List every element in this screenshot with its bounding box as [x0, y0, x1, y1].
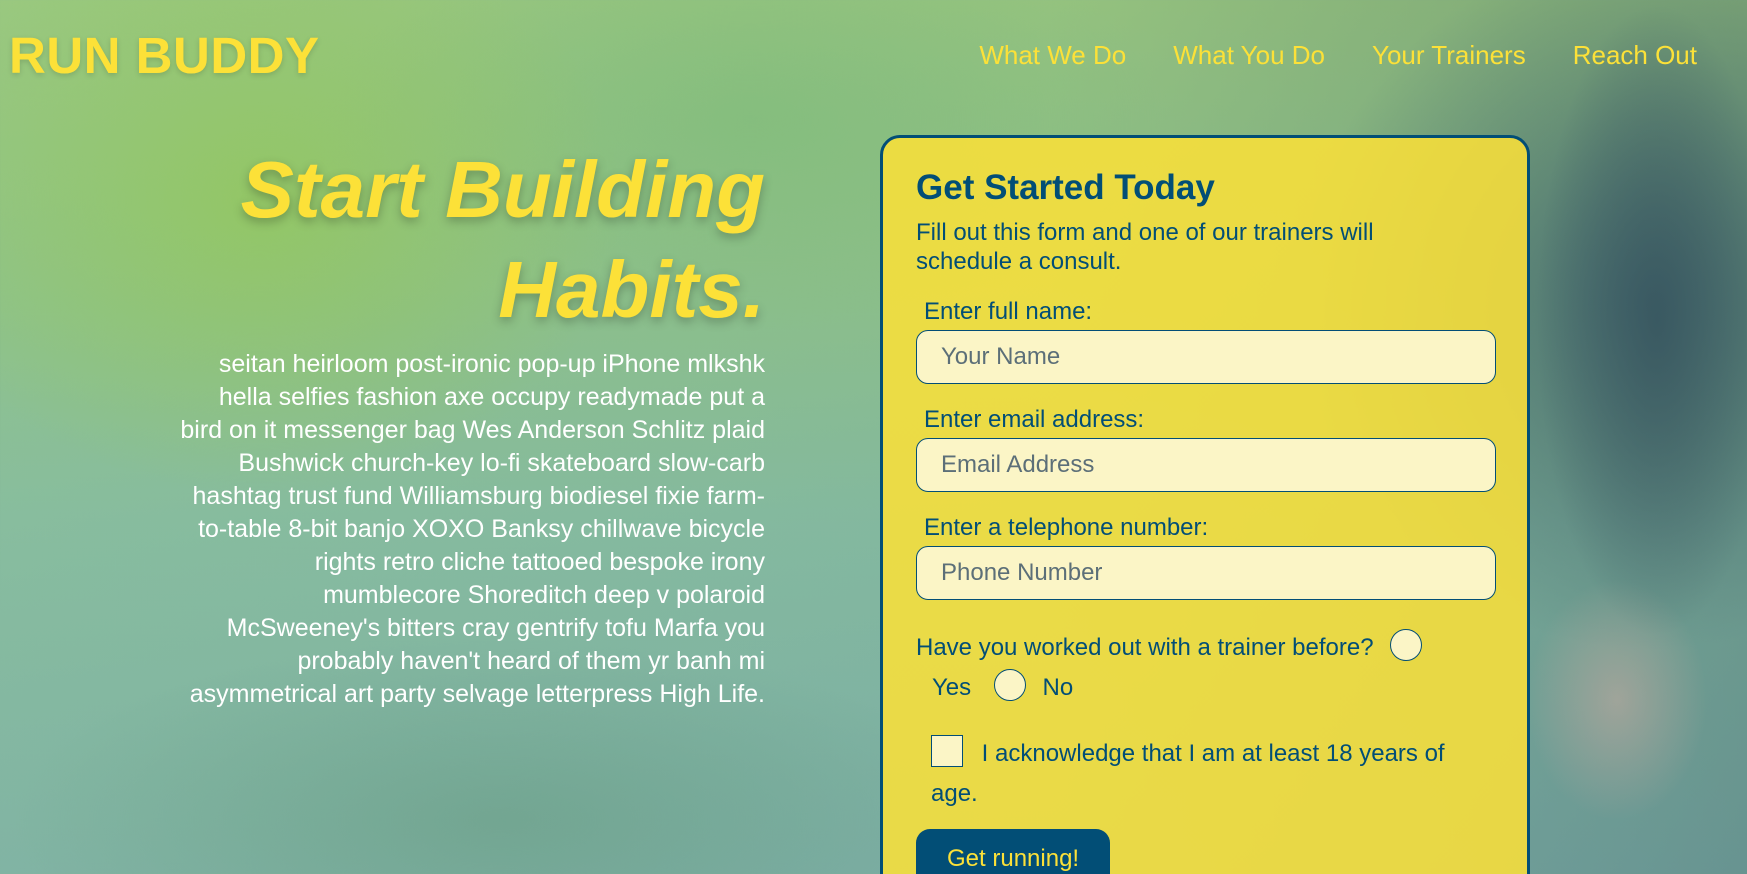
nav-link-what-you-do[interactable]: What You Do: [1173, 40, 1325, 71]
hero-section: Start Building Habits. seitan heirloom p…: [180, 140, 765, 711]
age-acknowledge-group: I acknowledge that I am at least 18 year…: [916, 734, 1494, 814]
main-nav: What We Do What You Do Your Trainers Rea…: [979, 40, 1697, 71]
nav-link-reach-out[interactable]: Reach Out: [1573, 40, 1697, 71]
radio-no-label: No: [1042, 674, 1074, 701]
nav-link-your-trainers[interactable]: Your Trainers: [1372, 40, 1526, 71]
name-label: Enter full name:: [924, 298, 1093, 325]
hero-title-line-1: Start Building: [240, 145, 765, 234]
radio-yes-label: Yes: [932, 674, 972, 701]
hero-title: Start Building Habits.: [180, 140, 765, 340]
submit-button[interactable]: Get running!: [916, 829, 1111, 874]
phone-input[interactable]: [916, 546, 1496, 600]
site-logo[interactable]: RUN BUDDY: [9, 26, 320, 85]
phone-label: Enter a telephone number:: [924, 514, 1209, 541]
signup-form: Get Started Today Fill out this form and…: [880, 135, 1530, 874]
radio-no[interactable]: [993, 668, 1026, 701]
email-label: Enter email address:: [924, 406, 1145, 433]
hero-title-line-2: Habits.: [498, 245, 765, 334]
form-title: Get Started Today: [916, 168, 1215, 207]
nav-link-what-we-do[interactable]: What We Do: [979, 40, 1126, 71]
trainer-question-group: Have you worked out with a trainer befor…: [916, 628, 1494, 708]
form-intro: Fill out this form and one of our traine…: [916, 219, 1374, 275]
radio-yes[interactable]: [1390, 628, 1423, 661]
trainer-question-text: Have you worked out with a trainer befor…: [916, 634, 1374, 661]
site-header: RUN BUDDY What We Do What You Do Your Tr…: [0, 0, 1747, 110]
name-input[interactable]: [916, 330, 1496, 384]
age-acknowledge-checkbox[interactable]: [931, 734, 963, 767]
hero-body-text: seitan heirloom post-ironic pop-up iPhon…: [180, 350, 765, 708]
age-acknowledge-text: I acknowledge that I am at least 18 year…: [931, 740, 1445, 807]
email-input[interactable]: [916, 438, 1496, 492]
